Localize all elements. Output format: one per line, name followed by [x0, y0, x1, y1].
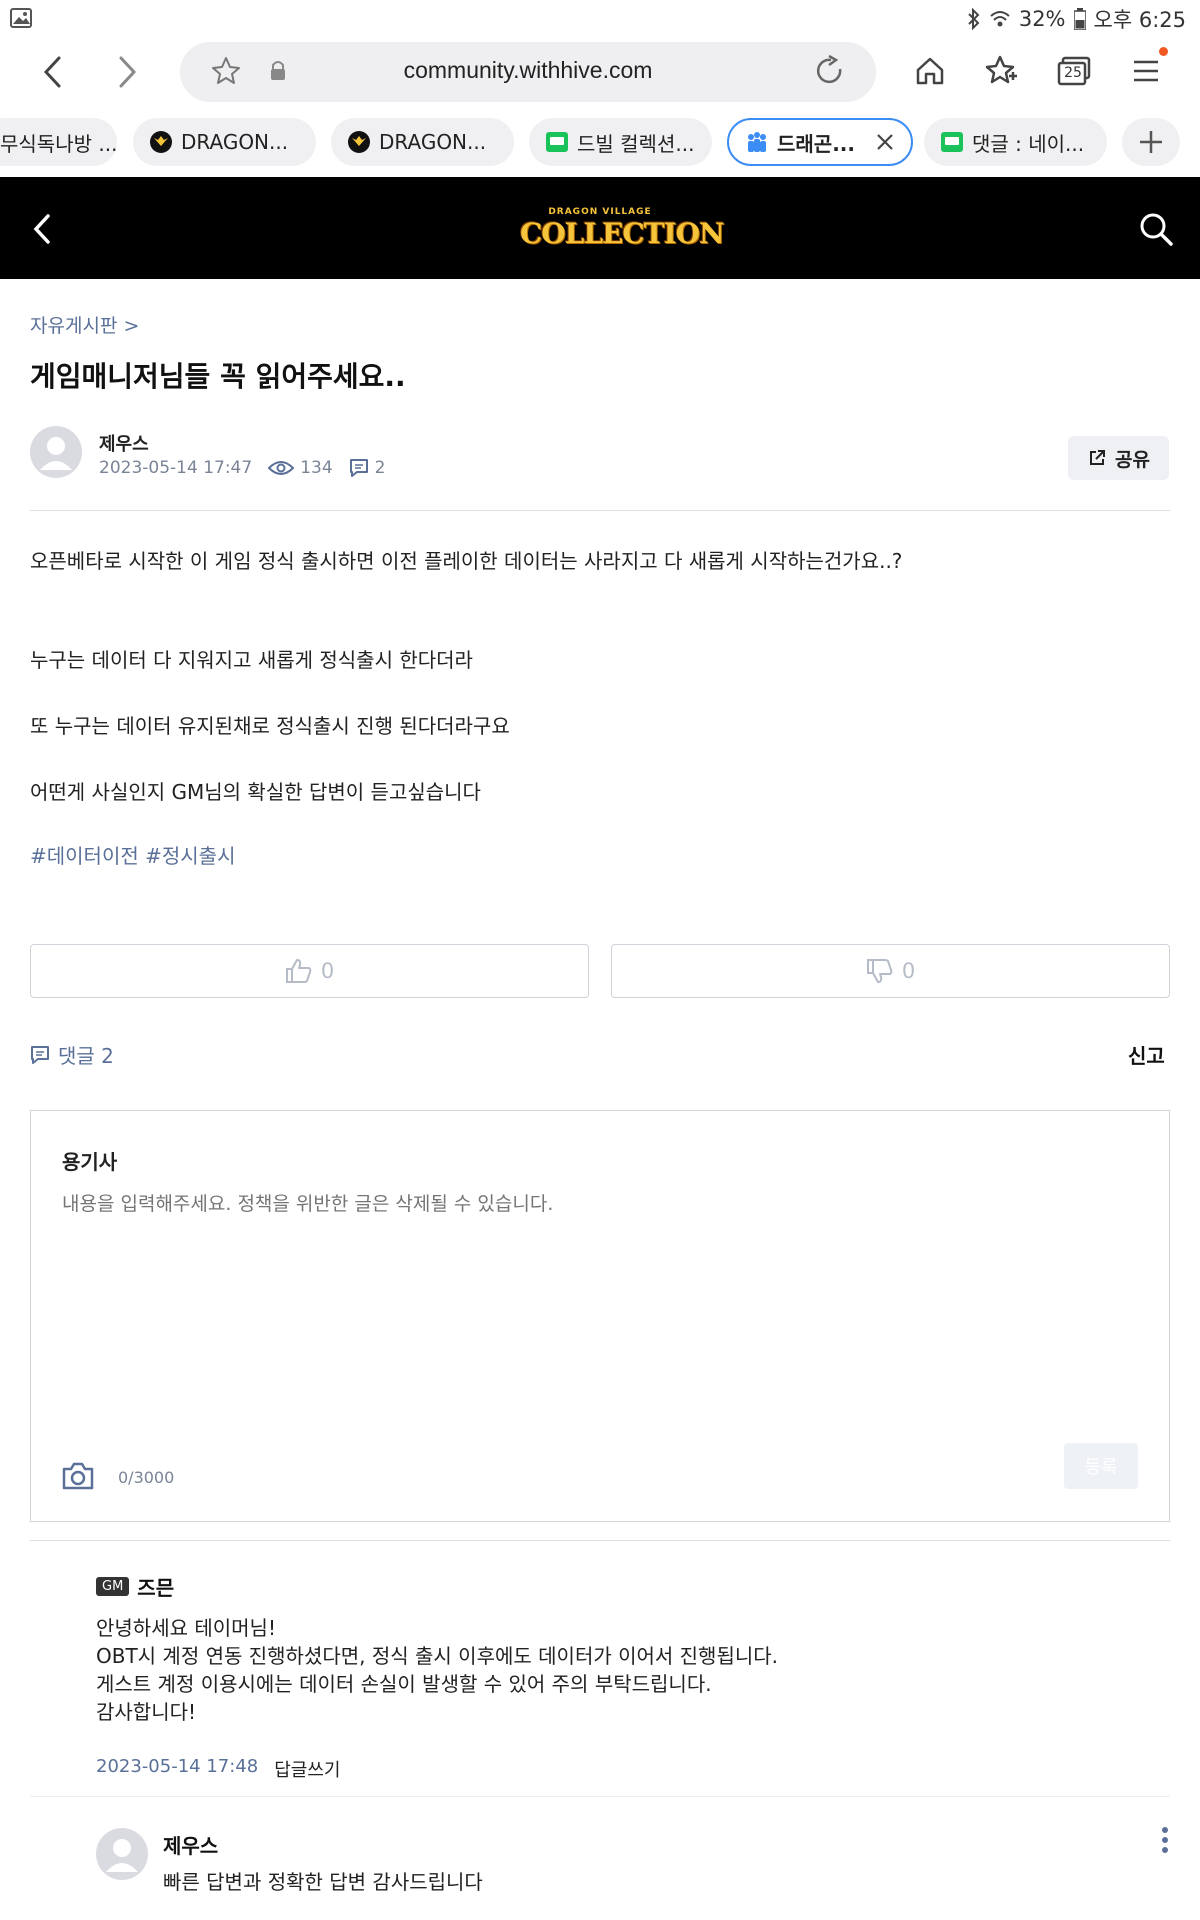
views-count: 134 [300, 458, 333, 478]
search-icon[interactable] [1139, 212, 1173, 246]
post-paragraph-3: 또 누구는 데이터 유지된채로 정식출시 진행 된다더라구요 [30, 714, 510, 738]
gm-badge: GM [96, 1577, 130, 1596]
share-icon [1090, 450, 1106, 465]
address-bar[interactable]: community.withhive.com [180, 42, 876, 102]
tabs-button[interactable]: 25 [1057, 56, 1091, 86]
comment-composer[interactable]: 용기사 0/3000 등록 [30, 1110, 1170, 1522]
share-label: 공유 [1115, 448, 1150, 471]
comment-divider [30, 1796, 1170, 1797]
post-paragraph-1: 오픈베타로 시작한 이 게임 정식 출시하면 이전 플레이한 데이터는 사라지고… [30, 549, 903, 573]
submit-comment-button[interactable]: 등록 [1064, 1443, 1138, 1489]
tab-3[interactable]: DRAGON... [331, 118, 514, 166]
comment-2-body: 빠른 답변과 정확한 답변 감사드립니다 [163, 1870, 483, 1894]
new-tab-button[interactable] [1122, 118, 1180, 166]
dragon-village-icon [150, 131, 172, 153]
views-icon [268, 461, 295, 475]
tab-label: DRAGON... [379, 130, 487, 154]
dislike-button[interactable]: 0 [611, 944, 1170, 998]
reload-icon[interactable] [814, 55, 846, 87]
tab-1[interactable]: 무식독나방 ... [0, 118, 117, 166]
thumbs-up-icon [285, 959, 312, 983]
post-title: 게임매니저님들 꼭 읽어주세요.. [30, 360, 406, 393]
gallery-notification-icon [10, 8, 32, 28]
author-avatar[interactable] [30, 426, 82, 478]
reply-button[interactable]: 답글쓰기 [274, 1756, 340, 1782]
comment-line: 감사합니다! [96, 1700, 197, 1724]
thumbs-down-icon [866, 959, 893, 983]
camera-icon[interactable] [61, 1461, 95, 1491]
logo-main-text: COLLECTION [520, 217, 725, 250]
site-back-icon[interactable] [30, 212, 54, 246]
dislike-count: 0 [901, 959, 916, 983]
wifi-icon [990, 11, 1010, 27]
commenter-avatar[interactable] [96, 1828, 148, 1880]
bluetooth-icon [968, 8, 980, 30]
tab-label: 드래곤... [777, 131, 855, 156]
comment-1-footer: 2023-05-14 17:48 답글쓰기 [96, 1756, 340, 1782]
comment-line: 게스트 계정 이용시에는 데이터 손실이 발생할 수 있어 주의 부탁드립니다. [96, 1672, 712, 1696]
site-logo[interactable]: DRAGON VILLAGE COLLECTION [520, 207, 725, 253]
logo-sub-text: DRAGON VILLAGE [548, 207, 652, 217]
like-count: 0 [320, 959, 335, 983]
author-name[interactable]: 제우스 [99, 430, 149, 456]
post-date: 2023-05-14 17:47 [99, 458, 253, 478]
plus-icon [1140, 131, 1162, 153]
comment-author[interactable]: 제우스 [163, 1830, 218, 1859]
char-counter: 0/3000 [118, 1468, 175, 1487]
home-icon[interactable] [914, 55, 946, 87]
tab-6[interactable]: 댓글 : 네이... [924, 118, 1107, 166]
tab-5-active[interactable]: 드래곤... [727, 118, 913, 166]
tab-4[interactable]: 드빌 컬렉션... [529, 118, 712, 166]
clock: 오후 6:25 [1093, 8, 1186, 32]
comment-count-icon [349, 459, 368, 477]
naver-cafe-icon [941, 132, 963, 152]
comment-input[interactable] [62, 1189, 1132, 1389]
battery-percent: 32% [1018, 7, 1066, 31]
comment-line: 안녕하세요 테이머님! [96, 1616, 276, 1640]
post-meta: 2023-05-14 17:47 134 2 [99, 458, 385, 478]
forward-icon[interactable] [114, 55, 140, 89]
comment-icon [31, 1045, 49, 1064]
comments-divider [30, 1540, 1170, 1541]
comment-1-header: GM 즈믄 [96, 1572, 174, 1601]
post-paragraph-2: 누구는 데이터 다 지워지고 새롭게 정식출시 한다더라 [30, 648, 473, 672]
back-icon[interactable] [40, 55, 66, 89]
report-button[interactable]: 신고 [1128, 1040, 1165, 1069]
tab-count: 25 [1064, 65, 1082, 81]
naver-cafe-icon [546, 132, 568, 152]
close-tab-icon[interactable] [875, 132, 895, 152]
status-right: 32% 오후 6:25 [967, 4, 1186, 34]
tab-label: 무식독나방 ... [0, 131, 117, 156]
post-header-divider [30, 510, 1170, 511]
community-people-icon [748, 132, 766, 152]
comment-author[interactable]: 즈믄 [137, 1572, 174, 1601]
comment-1-body: 안녕하세요 테이머님! OBT시 계정 연동 진행하셨다면, 정식 출시 이후에… [96, 1614, 778, 1726]
more-options-icon[interactable] [1160, 1826, 1170, 1854]
url-text[interactable]: community.withhive.com [180, 57, 876, 84]
bookmarks-icon[interactable] [985, 54, 1019, 88]
comment-count: 2 [374, 458, 386, 478]
post-hashtags[interactable]: #데이터이전 #정시출시 [30, 840, 235, 869]
battery-icon [1073, 8, 1086, 30]
comments-header: 댓글 2 [30, 1040, 114, 1069]
tab-label: 드빌 컬렉션... [577, 131, 695, 156]
comment-date: 2023-05-14 17:48 [96, 1756, 259, 1777]
composer-username: 용기사 [62, 1150, 118, 1174]
dragon-village-icon [348, 131, 370, 153]
menu-icon[interactable] [1132, 58, 1160, 84]
comments-label: 댓글 2 [58, 1044, 114, 1068]
menu-notification-dot [1159, 47, 1168, 56]
breadcrumb[interactable]: 자유게시판 > [30, 311, 139, 338]
share-button[interactable]: 공유 [1068, 436, 1169, 480]
like-button[interactable]: 0 [30, 944, 589, 998]
status-bar: 32% 오후 6:25 [0, 0, 1200, 38]
tab-label: DRAGON... [181, 130, 289, 154]
comment-line: OBT시 계정 연동 진행하셨다면, 정식 출시 이후에도 데이터가 이어서 진… [96, 1644, 779, 1668]
tab-label: 댓글 : 네이... [972, 131, 1085, 156]
post-paragraph-4: 어떤게 사실인지 GM님의 확실한 답변이 듣고싶습니다 [30, 780, 481, 804]
tab-2[interactable]: DRAGON... [133, 118, 316, 166]
